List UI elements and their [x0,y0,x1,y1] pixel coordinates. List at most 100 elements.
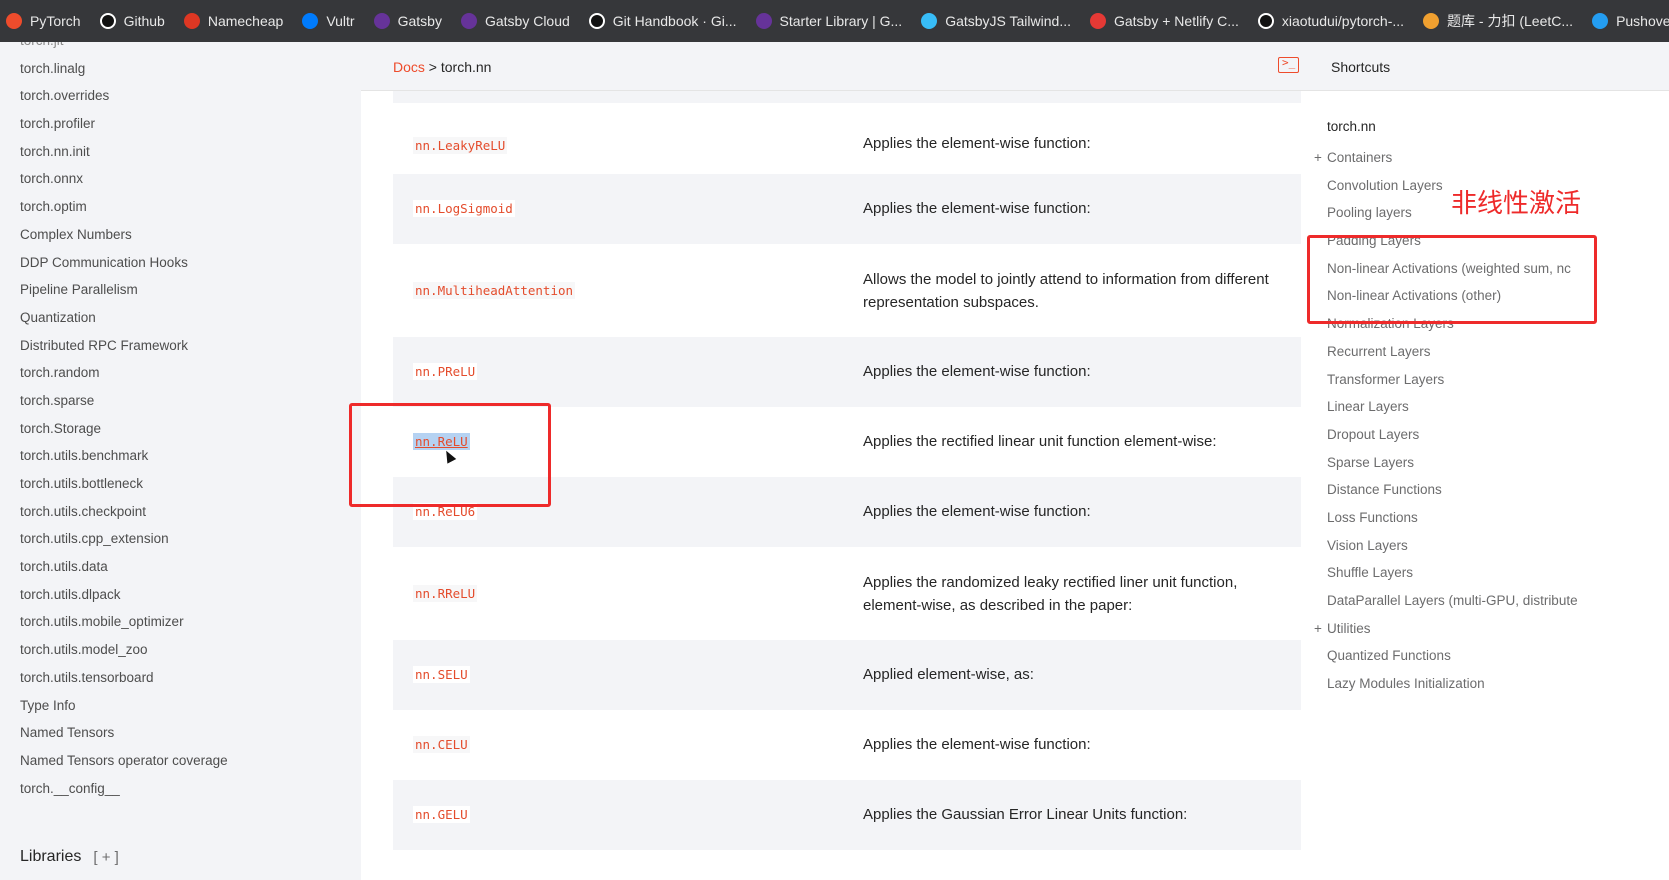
sidebar-item-torch-utils-tensorboard[interactable]: torch.utils.tensorboard [20,664,228,692]
bookmark-11[interactable]: 题库 - 力扣 (LeetC... [1423,11,1573,31]
toc-item-transformer-layers[interactable]: Transformer Layers [1327,366,1578,394]
sidebar-item-named-tensors-operator-coverage[interactable]: Named Tensors operator coverage [20,747,228,775]
bookmark-label: Pushover: Sim [1616,13,1669,29]
function-link[interactable]: nn.GELU [413,806,470,823]
table-row: nn.PReLU Applies the element-wise functio… [393,337,1301,407]
sidebar-item-torch-config[interactable]: torch.__config__ [20,775,228,803]
toc-item-recurrent-layers[interactable]: Recurrent Layers [1327,338,1578,366]
toc-item-distance-functions[interactable]: Distance Functions [1327,476,1578,504]
sidebar-item-torch-utils-mobile-optimizer[interactable]: torch.utils.mobile_optimizer [20,608,228,636]
activations-table: nn.LeakyReLU Applies the element-wise fun… [393,91,1301,850]
bookmark-3[interactable]: Vultr [302,13,355,29]
function-link[interactable]: nn.MultiheadAttention [413,281,576,299]
sidebar-item-type-info[interactable]: Type Info [20,692,228,720]
sidebar-item-complex-numbers[interactable]: Complex Numbers [20,221,228,249]
gatsby-icon [755,13,772,29]
function-link[interactable]: nn.SELU [413,666,470,683]
bookmark-5[interactable]: Gatsby Cloud [460,13,570,29]
sidebar-item-torch-sparse[interactable]: torch.sparse [20,387,228,415]
bookmark-7[interactable]: Starter Library | G... [755,13,902,29]
bookmark-label: Namecheap [207,13,284,29]
function-link[interactable]: nn.RReLU [413,584,478,602]
annotation-label: 非线性激活 [1451,189,1582,219]
bookmark-12[interactable]: Pushover: Sim [1592,13,1669,29]
bookmark-8[interactable]: GatsbyJS Tailwind... [921,13,1071,29]
toc-item-containers[interactable]: + Containers [1314,144,1578,172]
toc-title[interactable]: torch.nn [1327,119,1376,134]
bookmark-0[interactable]: PyTorch [6,13,81,29]
toc-item-linear-layers[interactable]: Linear Layers [1327,393,1578,421]
function-description: Applies the element-wise function: [863,135,1091,152]
expand-plus-icon[interactable]: + [1314,144,1322,172]
toc-item-padding-layers[interactable]: Padding Layers [1327,227,1578,255]
bookmark-1[interactable]: Github [99,13,165,29]
libraries-section[interactable]: Libraries [ + ] [20,848,119,866]
sidebar-item-torch-utils-data[interactable]: torch.utils.data [20,553,228,581]
sidebar-item-torch-utils-checkpoint[interactable]: torch.utils.checkpoint [20,498,228,526]
bookmark-label: Github [123,13,165,29]
function-link[interactable]: nn.CELU [413,736,470,753]
sidebar-item-torch-nn-init[interactable]: torch.nn.init [20,138,228,166]
table-row: nn.SELU Applied element-wise, as: [393,640,1301,710]
toc-item-lazy-modules-initialization[interactable]: Lazy Modules Initialization [1327,670,1578,698]
toc-item-label: Containers [1327,150,1393,165]
sidebar-list: torch.jit torch.linalgtorch.overridestor… [20,42,228,802]
function-description: Applied element-wise, as: [863,666,1034,683]
sidebar-item-pipeline-parallelism[interactable]: Pipeline Parallelism [20,276,228,304]
sidebar-item-torch-utils-benchmark[interactable]: torch.utils.benchmark [20,442,228,470]
leetcode-icon [1423,13,1440,29]
github-icon [1257,13,1274,29]
sidebar-item-torch-utils-bottleneck[interactable]: torch.utils.bottleneck [20,470,228,498]
sidebar-item-torch-jit[interactable]: torch.jit [20,42,228,55]
sidebar-item-torch-onnx[interactable]: torch.onnx [20,165,228,193]
sidebar-item-torch-random[interactable]: torch.random [20,359,228,387]
bookmark-6[interactable]: Git Handbook · Gi... [588,13,737,29]
sidebar-item-torch-utils-dlpack[interactable]: torch.utils.dlpack [20,581,228,609]
function-link[interactable]: nn.ReLU6 [413,503,478,520]
sidebar-item-torch-overrides[interactable]: torch.overrides [20,82,228,110]
toc-item-sparse-layers[interactable]: Sparse Layers [1327,449,1578,477]
netlify-icon [1089,13,1106,29]
docs-header: Docs > torch.nn >_ Shortcuts [361,42,1669,91]
sidebar-item-torch-storage[interactable]: torch.Storage [20,415,228,443]
terminal-icon[interactable]: >_ [1278,56,1299,73]
bookmark-4[interactable]: Gatsby [373,13,442,29]
sidebar-item-torch-profiler[interactable]: torch.profiler [20,110,228,138]
libraries-label: Libraries [20,848,82,865]
tailwind-icon [921,13,938,29]
sidebar-item-quantization[interactable]: Quantization [20,304,228,332]
function-link[interactable]: nn.LogSigmoid [413,200,515,217]
libraries-expand-toggle[interactable]: [ + ] [93,849,118,866]
toc-item-label: Padding Layers [1327,233,1421,249]
breadcrumb-docs-link[interactable]: Docs [393,59,425,75]
bookmark-2[interactable]: Namecheap [183,13,284,29]
breadcrumb-current: torch.nn [440,59,492,75]
expand-plus-icon[interactable]: + [1314,615,1322,643]
toc-item-loss-functions[interactable]: Loss Functions [1327,504,1578,532]
sidebar-item-named-tensors[interactable]: Named Tensors [20,719,228,747]
function-link[interactable]: nn.ReLU [413,433,470,450]
toc-item-non-linear-activations-other[interactable]: Non-linear Activations (other) [1327,282,1578,310]
sidebar-item-torch-optim[interactable]: torch.optim [20,193,228,221]
table-row: nn.CELU Applies the element-wise function… [393,710,1301,780]
bookmark-10[interactable]: xiaotudui/pytorch-... [1257,13,1404,29]
function-description: Allows the model to jointly attend to in… [863,270,1269,311]
toc-item-utilities[interactable]: + Utilities [1314,615,1578,643]
toc-item-dropout-layers[interactable]: Dropout Layers [1327,421,1578,449]
sidebar-item-distributed-rpc-framework[interactable]: Distributed RPC Framework [20,332,228,360]
sidebar-item-torch-utils-model-zoo[interactable]: torch.utils.model_zoo [20,636,228,664]
sidebar-item-ddp-communication-hooks[interactable]: DDP Communication Hooks [20,249,228,277]
function-link[interactable]: nn.PReLU [413,363,478,380]
toc-item-label: Lazy Modules Initialization [1327,676,1485,692]
table-row: nn.MultiheadAttention Allows the model to… [393,244,1301,337]
sidebar-item-torch-linalg[interactable]: torch.linalg [20,55,228,83]
toc-item-vision-layers[interactable]: Vision Layers [1327,532,1578,560]
toc-item-normalization-layers[interactable]: Normalization Layers [1327,310,1578,338]
function-link[interactable]: nn.LeakyReLU [413,137,508,154]
toc-item-shuffle-layers[interactable]: Shuffle Layers [1327,559,1578,587]
bookmark-9[interactable]: Gatsby + Netlify C... [1089,13,1239,29]
toc-item-quantized-functions[interactable]: Quantized Functions [1327,642,1578,670]
toc-item-non-linear-activations-weighted-sum-nc[interactable]: Non-linear Activations (weighted sum, nc [1327,255,1578,283]
toc-item-dataparallel-layers-multi-gpu-distribute[interactable]: DataParallel Layers (multi-GPU, distribu… [1327,587,1578,615]
sidebar-item-torch-utils-cpp-extension[interactable]: torch.utils.cpp_extension [20,525,228,553]
